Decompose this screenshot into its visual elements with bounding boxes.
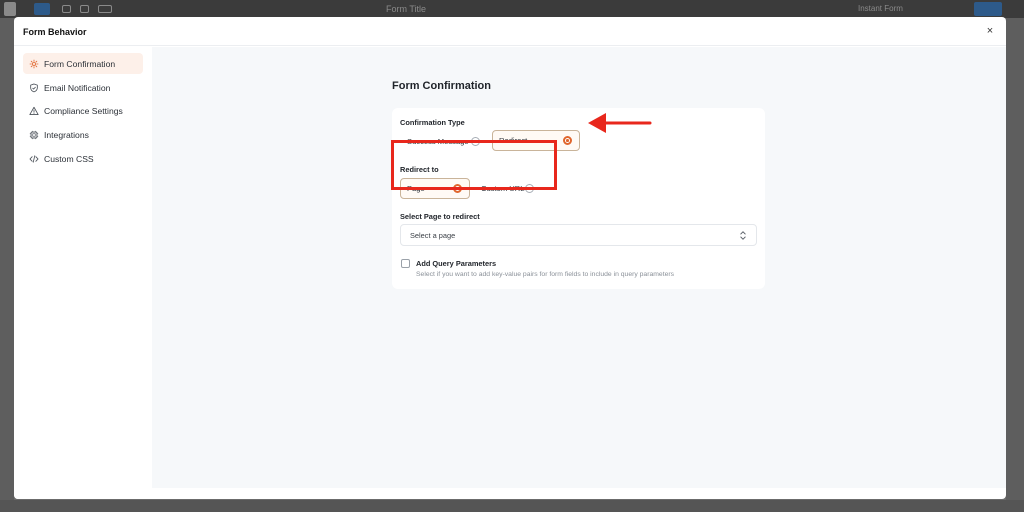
shield-check-icon [30, 83, 38, 92]
sidebar-item-label: Custom CSS [44, 153, 94, 164]
chip-icon [29, 130, 39, 139]
redirect-radio[interactable] [563, 136, 572, 145]
editor-publish-button [974, 2, 1002, 16]
sidebar-item-integrations[interactable]: Integrations [23, 124, 143, 145]
undo-icon [62, 5, 71, 13]
editor-form-type: Instant Form [858, 4, 903, 13]
editor-bottom-bar [0, 500, 1024, 512]
highlight-box [391, 140, 557, 190]
select-page-label: Select Page to redirect [400, 212, 480, 221]
add-query-parameters-label: Add Query Parameters [416, 259, 497, 268]
chevron-up-down-icon [740, 231, 746, 240]
warning-icon [29, 106, 39, 115]
editor-left-panel [0, 18, 14, 512]
sidebar-item-compliance-settings[interactable]: Compliance Settings [23, 100, 143, 121]
editor-topbar: Form Title Instant Form [0, 0, 1024, 18]
sidebar-item-label: Integrations [44, 129, 89, 140]
add-element-button [34, 3, 50, 15]
settings-sidebar: Form Confirmation Email Notification Com… [14, 47, 152, 499]
confirmation-card: Confirmation Type Success Message Redire… [392, 108, 765, 289]
editor-right-panel [1006, 18, 1024, 512]
sidebar-item-form-confirmation[interactable]: Form Confirmation [23, 53, 143, 74]
redo-icon [80, 5, 89, 13]
sidebar-item-label: Email Notification [44, 82, 111, 93]
confirmation-type-label: Confirmation Type [400, 118, 465, 127]
sidebar-item-label: Form Confirmation [44, 58, 116, 69]
settings-content: Form Confirmation Confirmation Type Succ… [152, 47, 1006, 488]
page-select-placeholder: Select a page [410, 230, 456, 240]
page-title: Form Confirmation [392, 80, 491, 92]
page-select[interactable]: Select a page [400, 224, 757, 246]
modal-header: Form Behavior × [14, 17, 1006, 46]
sidebar-item-email-notification[interactable]: Email Notification [23, 77, 143, 98]
sidebar-item-label: Compliance Settings [44, 105, 123, 116]
editor-logo [4, 2, 16, 16]
editor-doc-title: Form Title [386, 4, 427, 14]
form-behavior-modal: Form Behavior × Form Confirmation Email … [14, 17, 1006, 499]
layers-icon [98, 5, 112, 13]
modal-title: Form Behavior [23, 27, 87, 37]
arrow-left-icon [588, 113, 652, 133]
code-icon [29, 154, 39, 163]
add-query-parameters-checkbox[interactable] [401, 259, 410, 268]
gear-icon [29, 59, 39, 68]
add-query-parameters-help: Select if you want to add key-value pair… [416, 271, 675, 278]
sidebar-item-custom-css[interactable]: Custom CSS [23, 148, 143, 169]
close-button[interactable]: × [984, 25, 996, 37]
